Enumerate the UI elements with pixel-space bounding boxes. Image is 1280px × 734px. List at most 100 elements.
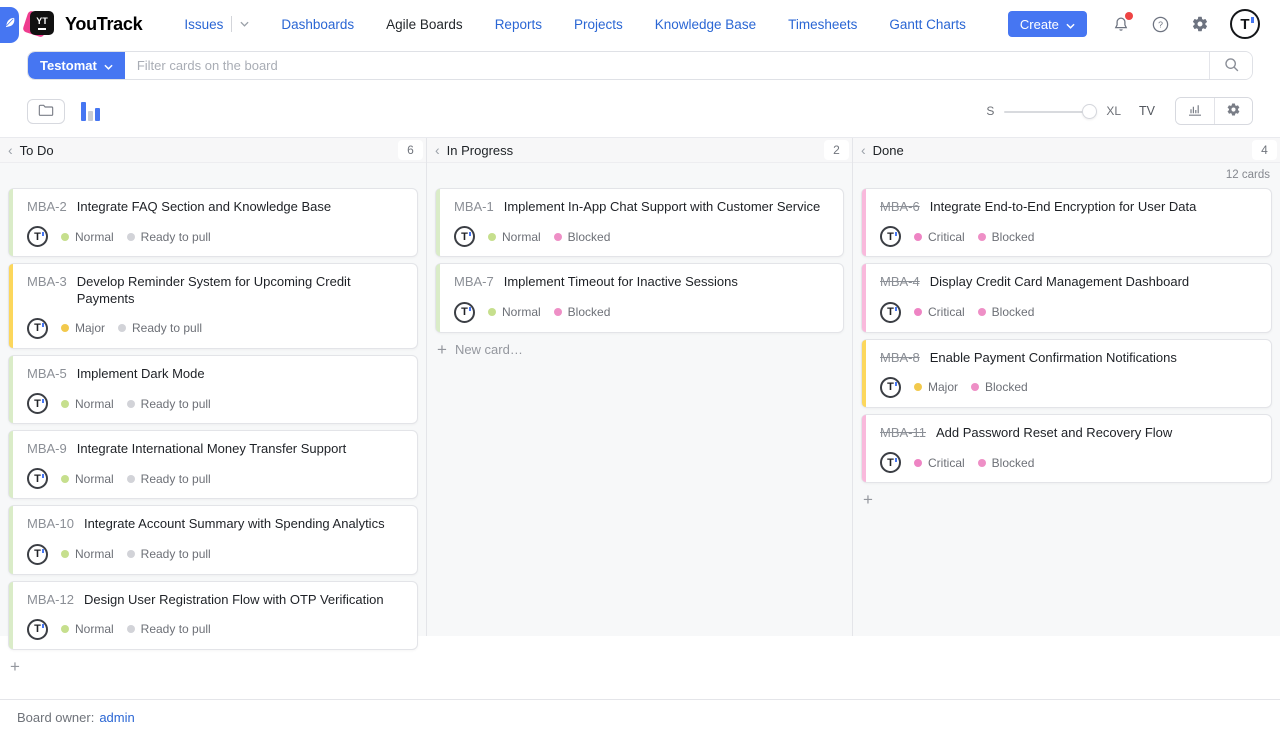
backlog-panel-button[interactable] xyxy=(27,99,65,124)
state-field[interactable]: Blocked xyxy=(978,230,1035,244)
issue-id[interactable]: MBA-2 xyxy=(27,199,67,215)
issue-title[interactable]: Integrate FAQ Section and Knowledge Base xyxy=(77,199,331,215)
project-selector-button[interactable]: Testomat xyxy=(28,52,125,79)
priority-field[interactable]: Normal xyxy=(61,397,114,411)
user-avatar[interactable]: T xyxy=(1230,9,1260,39)
issue-id[interactable]: MBA-12 xyxy=(27,592,74,608)
issue-id[interactable]: MBA-10 xyxy=(27,516,74,532)
issue-title[interactable]: Integrate International Money Transfer S… xyxy=(77,441,347,457)
priority-field[interactable]: Critical xyxy=(914,456,965,470)
priority-field[interactable]: Normal xyxy=(488,230,541,244)
priority-field[interactable]: Normal xyxy=(61,622,114,636)
search-button[interactable] xyxy=(1209,52,1252,79)
assignee-avatar[interactable]: T xyxy=(880,377,901,398)
issue-id[interactable]: MBA-3 xyxy=(27,274,67,307)
issue-title[interactable]: Enable Payment Confirmation Notification… xyxy=(930,350,1177,366)
issue-id[interactable]: MBA-4 xyxy=(880,274,920,290)
priority-field[interactable]: Major xyxy=(914,380,958,394)
issue-card-mba-10[interactable]: MBA-10 Integrate Account Summary with Spe… xyxy=(8,505,418,574)
issue-title[interactable]: Develop Reminder System for Upcoming Cre… xyxy=(77,274,405,307)
nav-item-projects[interactable]: Projects xyxy=(558,17,639,32)
assignee-avatar[interactable]: T xyxy=(27,544,48,565)
nav-item-agile-boards[interactable]: Agile Boards xyxy=(370,17,479,32)
help-icon[interactable]: ? xyxy=(1151,15,1170,34)
issue-card-mba-5[interactable]: MBA-5 Implement Dark Mode T Normal Ready to … xyxy=(8,355,418,424)
assignee-avatar[interactable]: T xyxy=(880,452,901,473)
issue-card-mba-12[interactable]: MBA-12 Design User Registration Flow with… xyxy=(8,581,418,650)
state-field[interactable]: Ready to pull xyxy=(127,397,211,411)
assignee-avatar[interactable]: T xyxy=(454,226,475,247)
state-field[interactable]: Blocked xyxy=(554,305,611,319)
assignee-avatar[interactable]: T xyxy=(27,318,48,339)
issue-id[interactable]: MBA-8 xyxy=(880,350,920,366)
priority-field[interactable]: Normal xyxy=(61,230,114,244)
card-size-slider[interactable] xyxy=(1004,104,1096,119)
issue-title[interactable]: Design User Registration Flow with OTP V… xyxy=(84,592,384,608)
priority-field[interactable]: Normal xyxy=(61,547,114,561)
assignee-avatar[interactable]: T xyxy=(880,226,901,247)
priority-field[interactable]: Normal xyxy=(488,305,541,319)
youtrack-logo[interactable]: YT YouTrack xyxy=(28,10,142,38)
new-card-button[interactable]: + xyxy=(853,487,1280,512)
board-owner-link[interactable]: admin xyxy=(99,710,134,725)
issue-card-mba-3[interactable]: MBA-3 Develop Reminder System for Upcomin… xyxy=(8,263,418,349)
slider-knob[interactable] xyxy=(1082,104,1097,119)
nav-item-dashboards[interactable]: Dashboards xyxy=(265,17,370,32)
assignee-avatar[interactable]: T xyxy=(880,302,901,323)
nav-item-gantt-charts[interactable]: Gantt Charts xyxy=(873,17,982,32)
assignee-avatar[interactable]: T xyxy=(27,393,48,414)
issue-card-mba-8[interactable]: MBA-8 Enable Payment Confirmation Notific… xyxy=(861,339,1272,408)
issue-card-mba-11[interactable]: MBA-11 Add Password Reset and Recovery Fl… xyxy=(861,414,1272,483)
issue-id[interactable]: MBA-6 xyxy=(880,199,920,215)
issue-card-mba-6[interactable]: MBA-6Integrate End-to-End Encryption for… xyxy=(861,188,1272,257)
state-field[interactable]: Ready to pull xyxy=(127,472,211,486)
issue-id[interactable]: MBA-9 xyxy=(27,441,67,457)
create-button[interactable]: Create xyxy=(1008,11,1087,37)
assignee-avatar[interactable]: T xyxy=(454,302,475,323)
settings-gear-icon[interactable] xyxy=(1191,15,1209,33)
assignee-avatar[interactable]: T xyxy=(27,226,48,247)
burndown-chart-button[interactable] xyxy=(1176,98,1214,124)
issue-title[interactable]: Add Password Reset and Recovery Flow xyxy=(936,425,1172,441)
state-field[interactable]: Ready to pull xyxy=(127,547,211,561)
issue-card-mba-7[interactable]: MBA-7Implement Timeout for Inactive Sess… xyxy=(435,263,844,332)
issue-title[interactable]: Implement Dark Mode xyxy=(77,366,205,382)
priority-field[interactable]: Critical xyxy=(914,230,965,244)
new-card-button[interactable]: + xyxy=(0,654,426,679)
nav-item-knowledge-base[interactable]: Knowledge Base xyxy=(639,17,772,32)
board-settings-button[interactable] xyxy=(1214,98,1252,124)
issue-id[interactable]: MBA-11 xyxy=(880,425,926,441)
state-field[interactable]: Ready to pull xyxy=(127,230,211,244)
assignee-avatar[interactable]: T xyxy=(27,468,48,489)
state-field[interactable]: Blocked xyxy=(971,380,1028,394)
nav-item-issues[interactable]: Issues xyxy=(168,16,265,32)
board-chart-toggle[interactable] xyxy=(81,102,100,121)
sidebar-toggle[interactable] xyxy=(0,7,19,43)
collapse-column-icon[interactable]: ‹ xyxy=(435,143,440,157)
nav-item-timesheets[interactable]: Timesheets xyxy=(772,17,873,32)
notifications-bell-icon[interactable] xyxy=(1112,15,1130,34)
collapse-column-icon[interactable]: ‹ xyxy=(8,143,13,157)
issue-card-mba-4[interactable]: MBA-4Display Credit Card Management Dash… xyxy=(861,263,1272,332)
state-field[interactable]: Ready to pull xyxy=(118,321,202,335)
issue-card-mba-9[interactable]: MBA-9 Integrate International Money Trans… xyxy=(8,430,418,499)
state-field[interactable]: Blocked xyxy=(978,456,1035,470)
state-field[interactable]: Blocked xyxy=(554,230,611,244)
nav-item-reports[interactable]: Reports xyxy=(479,17,558,32)
issue-id[interactable]: MBA-1 xyxy=(454,199,494,215)
assignee-avatar[interactable]: T xyxy=(27,619,48,640)
filter-input[interactable] xyxy=(125,52,1209,79)
issue-title[interactable]: Implement In-App Chat Support with Custo… xyxy=(504,199,820,215)
issue-card-mba-2[interactable]: MBA-2 Integrate FAQ Section and Knowledge… xyxy=(8,188,418,257)
priority-field[interactable]: Critical xyxy=(914,305,965,319)
collapse-column-icon[interactable]: ‹ xyxy=(861,143,866,157)
priority-field[interactable]: Normal xyxy=(61,472,114,486)
chevron-down-icon[interactable] xyxy=(240,21,249,27)
issue-title[interactable]: Integrate Account Summary with Spending … xyxy=(84,516,385,532)
state-field[interactable]: Ready to pull xyxy=(127,622,211,636)
issue-card-mba-1[interactable]: MBA-1 Implement In-App Chat Support with … xyxy=(435,188,844,257)
state-field[interactable]: Blocked xyxy=(978,305,1035,319)
issue-title[interactable]: Implement Timeout for Inactive Sessions xyxy=(504,274,738,290)
new-card-button[interactable]: +New card… xyxy=(427,337,852,362)
issue-id[interactable]: MBA-5 xyxy=(27,366,67,382)
